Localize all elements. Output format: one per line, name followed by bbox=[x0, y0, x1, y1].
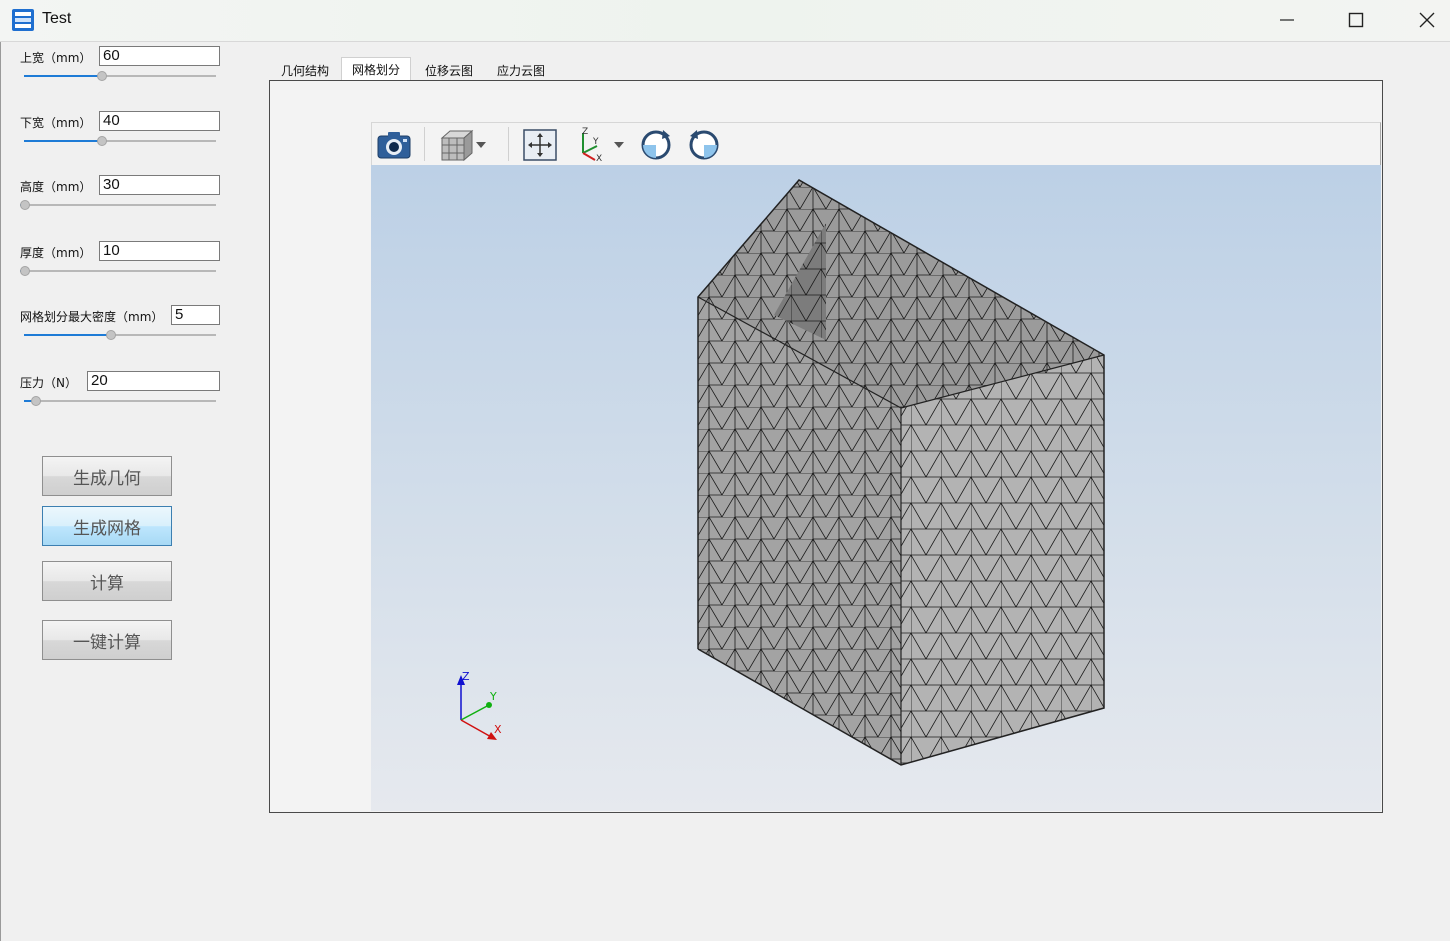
screenshot-button[interactable] bbox=[374, 126, 414, 164]
height-slider[interactable] bbox=[20, 199, 216, 211]
pressure-slider[interactable] bbox=[24, 395, 216, 407]
svg-text:Z: Z bbox=[582, 127, 588, 137]
mesh-render: Z Y X bbox=[457, 179, 1105, 766]
viewer-toolbar: Z Y X bbox=[371, 122, 1381, 165]
title-bar: Test bbox=[0, 0, 1450, 42]
dropdown-arrow-icon bbox=[614, 142, 624, 148]
top-width-input[interactable]: 60 bbox=[99, 46, 220, 66]
thickness-slider[interactable] bbox=[20, 265, 216, 277]
param-label-top-width: 上宽（mm） bbox=[20, 51, 92, 65]
param-label-mesh-density: 网格划分最大密度（mm） bbox=[20, 310, 164, 324]
height-input[interactable]: 30 bbox=[99, 175, 220, 195]
window-border bbox=[0, 42, 1, 941]
bottom-width-slider[interactable] bbox=[24, 135, 216, 147]
fit-all-button[interactable] bbox=[520, 126, 560, 164]
camera-icon bbox=[377, 132, 411, 159]
axes-icon: Z Y X bbox=[582, 127, 602, 163]
mesh-density-input[interactable]: 5 bbox=[171, 305, 220, 325]
toolbar-separator bbox=[508, 127, 509, 161]
axes-dropdown[interactable] bbox=[610, 126, 628, 164]
minimize-button[interactable] bbox=[1252, 0, 1322, 40]
3d-viewport[interactable]: Z Y X bbox=[371, 165, 1381, 811]
slider-thumb[interactable] bbox=[97, 136, 107, 146]
param-label-height: 高度（mm） bbox=[20, 180, 92, 194]
generate-geometry-button[interactable]: 生成几何 bbox=[42, 456, 172, 496]
tab-geometry[interactable]: 几何结构 bbox=[271, 59, 339, 81]
slider-thumb[interactable] bbox=[20, 200, 30, 210]
minimize-icon bbox=[1280, 19, 1294, 21]
view-cube-dropdown[interactable] bbox=[472, 126, 490, 164]
rotate-ccw-icon bbox=[689, 130, 719, 160]
maximize-button[interactable] bbox=[1321, 0, 1391, 40]
dropdown-arrow-icon bbox=[476, 142, 486, 148]
param-label-thickness: 厚度（mm） bbox=[20, 246, 92, 260]
toolbar-separator bbox=[424, 127, 425, 161]
axis-triad: Z Y X bbox=[457, 670, 502, 740]
slider-thumb[interactable] bbox=[20, 266, 30, 276]
svg-text:X: X bbox=[596, 154, 602, 163]
slider-thumb[interactable] bbox=[97, 71, 107, 81]
axis-x-label: X bbox=[494, 723, 502, 736]
axes-button[interactable]: Z Y X bbox=[570, 126, 610, 164]
axis-z-label: Z bbox=[462, 670, 470, 683]
mesh-front-face bbox=[901, 355, 1104, 765]
tab-mesh[interactable]: 网格划分 bbox=[341, 57, 411, 81]
view-cube-icon bbox=[440, 129, 474, 162]
rotate-ccw-button[interactable] bbox=[684, 126, 724, 164]
one-click-compute-button[interactable]: 一键计算 bbox=[42, 620, 172, 660]
svg-text:Y: Y bbox=[592, 137, 599, 147]
close-button[interactable] bbox=[1392, 0, 1450, 40]
tab-displacement[interactable]: 位移云图 bbox=[413, 59, 485, 81]
thickness-input[interactable]: 10 bbox=[99, 241, 220, 261]
fit-all-icon bbox=[523, 129, 557, 161]
tab-stress[interactable]: 应力云图 bbox=[487, 59, 555, 81]
rotate-cw-button[interactable] bbox=[636, 126, 676, 164]
app-stack-icon bbox=[12, 9, 34, 31]
maximize-icon bbox=[1348, 12, 1364, 28]
rotate-cw-icon bbox=[641, 130, 671, 160]
param-label-bottom-width: 下宽（mm） bbox=[20, 116, 92, 130]
slider-thumb[interactable] bbox=[31, 396, 41, 406]
pressure-input[interactable]: 20 bbox=[87, 371, 220, 391]
window-title: Test bbox=[42, 10, 72, 27]
bottom-width-input[interactable]: 40 bbox=[99, 111, 220, 131]
compute-button[interactable]: 计算 bbox=[42, 561, 172, 601]
mesh-density-slider[interactable] bbox=[24, 329, 216, 341]
close-icon bbox=[1419, 12, 1435, 28]
view-cube-button[interactable] bbox=[436, 126, 476, 164]
axis-y-label: Y bbox=[489, 690, 497, 703]
slider-thumb[interactable] bbox=[106, 330, 116, 340]
top-width-slider[interactable] bbox=[24, 70, 216, 82]
param-label-pressure: 压力（N） bbox=[20, 376, 77, 390]
generate-mesh-button[interactable]: 生成网格 bbox=[42, 506, 172, 546]
